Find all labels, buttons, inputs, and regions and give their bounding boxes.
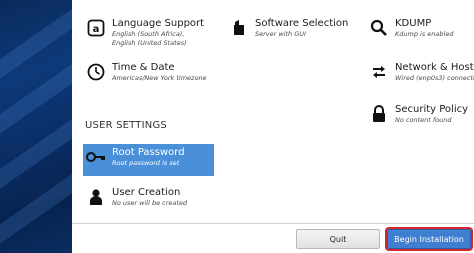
network-hostname-spoke[interactable]: Network & Host N Wired (enp0s3) connecte…: [368, 61, 474, 83]
begin-installation-button[interactable]: Begin Installation: [385, 227, 473, 251]
footer-divider: [72, 223, 474, 224]
kdump-title: KDUMP: [395, 18, 432, 29]
svg-text:a: a: [93, 24, 100, 35]
language-support-title: Language Support: [112, 18, 205, 29]
root-password-status: Root password is set: [112, 159, 180, 167]
root-password-title: Root Password: [112, 147, 185, 158]
key-icon: [85, 146, 107, 168]
sidebar-background: [0, 0, 72, 253]
kdump-status: Kdump is enabled: [395, 30, 454, 38]
network-hostname-status: Wired (enp0s3) connected: [395, 74, 474, 82]
software-selection-title: Software Selection: [255, 18, 349, 29]
kdump-spoke[interactable]: KDUMP Kdump is enabled: [368, 17, 453, 39]
software-selection-status: Server with GUI: [255, 30, 306, 38]
user-creation-spoke[interactable]: User Creation No user will be created: [85, 186, 187, 208]
lock-icon: [368, 103, 390, 125]
language-support-status: English (South Africa),: [112, 30, 185, 38]
language-icon: a: [85, 17, 107, 39]
quit-button[interactable]: Quit: [296, 229, 380, 249]
root-password-spoke[interactable]: Root Password Root password is set: [83, 144, 214, 176]
software-selection-spoke[interactable]: Software Selection Server with GUI: [228, 17, 348, 39]
magnifier-icon: [368, 17, 390, 39]
language-support-spoke[interactable]: a Language Support English (South Africa…: [85, 17, 204, 47]
security-policy-status: No content found: [395, 116, 452, 124]
security-policy-spoke[interactable]: Security Policy No content found: [368, 103, 468, 125]
network-hostname-title: Network & Host N: [395, 62, 474, 73]
user-creation-status: No user will be created: [112, 199, 188, 207]
time-date-spoke[interactable]: Time & Date Americas/New York timezone: [85, 61, 207, 83]
network-arrows-icon: [368, 61, 390, 83]
user-icon: [85, 186, 107, 208]
time-date-status: Americas/New York timezone: [112, 74, 207, 82]
clock-icon: [85, 61, 107, 83]
user-settings-heading: USER SETTINGS: [85, 120, 167, 131]
user-creation-title: User Creation: [112, 187, 181, 198]
time-date-title: Time & Date: [112, 62, 175, 73]
package-icon: [228, 17, 250, 39]
language-support-status-2: English (United States): [112, 38, 187, 47]
security-policy-title: Security Policy: [395, 104, 469, 115]
